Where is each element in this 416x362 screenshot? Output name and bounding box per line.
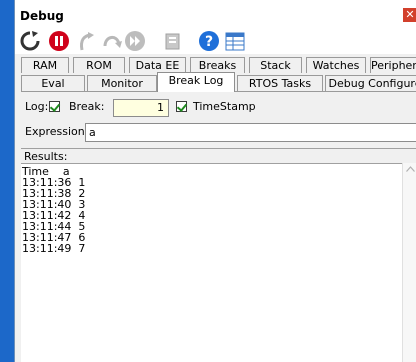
step-over-icon[interactable] — [101, 30, 123, 52]
toolbar: ? — [15, 28, 416, 54]
tab-debug-configure[interactable]: Debug Configure — [325, 75, 416, 91]
break-log-panel: Log: Break: 1 TimeStamp Expression: a Re… — [21, 91, 416, 362]
log-checkbox[interactable] — [49, 101, 60, 112]
tab-rom[interactable]: ROM — [73, 57, 125, 73]
expression-input[interactable]: a — [85, 123, 416, 142]
tab-monitor[interactable]: Monitor — [87, 75, 157, 91]
title-bar: Debug ✕ — [15, 0, 416, 29]
results-scrollbar[interactable] — [402, 163, 416, 362]
expression-label: Expression: — [25, 125, 89, 138]
refresh-icon[interactable] — [19, 30, 41, 52]
scroll-up-arrow-icon[interactable] — [406, 166, 415, 172]
help-icon[interactable]: ? — [198, 30, 220, 52]
timestamp-label: TimeStamp — [193, 100, 256, 113]
svg-text:?: ? — [205, 34, 213, 50]
tab-stack[interactable]: Stack — [249, 57, 302, 73]
log-label: Log: — [25, 100, 49, 113]
results-label: Results: — [24, 150, 68, 163]
tab-peripherals[interactable]: Peripherals — [370, 57, 416, 73]
break-count-input[interactable]: 1 — [113, 99, 169, 117]
results-list[interactable]: Time a 13:11:36 1 13:11:38 2 13:11:40 3 … — [21, 163, 402, 362]
breakpoint-icon[interactable] — [161, 30, 183, 52]
stop-icon[interactable] — [48, 30, 70, 52]
results-header: Results: — [21, 148, 416, 163]
results-line: 13:11:49 7 — [22, 242, 86, 255]
step-into-icon[interactable] — [74, 30, 96, 52]
tab-break-log[interactable]: Break Log — [157, 72, 235, 92]
tab-watches[interactable]: Watches — [306, 57, 366, 73]
fast-forward-icon[interactable] — [124, 30, 146, 52]
break-label: Break: — [69, 100, 105, 113]
tab-data-ee[interactable]: Data EE — [129, 57, 186, 73]
tab-ram[interactable]: RAM — [21, 57, 69, 73]
tab-eval[interactable]: Eval — [21, 75, 85, 91]
timestamp-checkbox[interactable] — [176, 101, 187, 112]
tab-rtos-tasks[interactable]: RTOS Tasks — [237, 75, 323, 91]
table-icon[interactable] — [224, 30, 246, 52]
close-button[interactable]: ✕ — [403, 8, 416, 22]
window-title: Debug — [20, 9, 64, 23]
debug-window: Debug ✕ ? RAM ROM Data EE Breaks Stack W… — [14, 0, 416, 362]
tab-breaks[interactable]: Breaks — [190, 57, 245, 73]
